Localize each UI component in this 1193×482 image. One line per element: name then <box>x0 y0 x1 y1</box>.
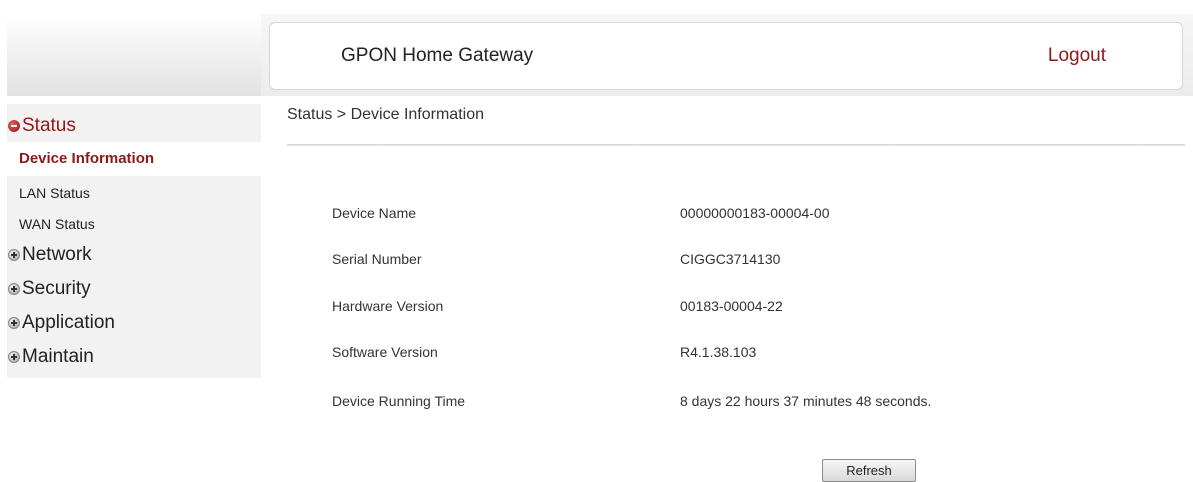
minus-circle-icon <box>8 120 20 132</box>
info-label: Hardware Version <box>332 298 444 314</box>
sidebar-group-maintain[interactable]: Maintain <box>7 340 261 374</box>
info-row-running-time: Device Running Time 8 days 22 hours 37 m… <box>332 393 1092 417</box>
plus-circle-icon <box>8 283 20 295</box>
sidebar-group-label: Maintain <box>22 346 94 367</box>
sidebar-header-block <box>7 14 261 96</box>
info-label: Software Version <box>332 344 438 360</box>
refresh-button[interactable]: Refresh <box>822 459 916 482</box>
sidebar-group-label: Network <box>22 244 92 265</box>
header-panel: GPON Home Gateway Logout <box>269 22 1183 90</box>
info-value: 8 days 22 hours 37 minutes 48 seconds. <box>680 393 932 409</box>
info-row-serial-number: Serial Number CIGGC3714130 <box>332 251 1092 275</box>
sidebar-item-device-information[interactable]: Device Information <box>7 142 261 176</box>
sidebar-group-label: Security <box>22 278 91 299</box>
info-row-device-name: Device Name 00000000183-00004-00 <box>332 205 1092 229</box>
sidebar-group-application[interactable]: Application <box>7 306 261 340</box>
sidebar-menu: Status Device Information LAN Status WAN… <box>7 104 261 378</box>
sidebar-group-label: Status <box>22 115 76 136</box>
sidebar-group-network[interactable]: Network <box>7 238 261 272</box>
plus-circle-icon <box>8 317 20 329</box>
info-value: R4.1.38.103 <box>680 344 757 360</box>
sidebar-group-security[interactable]: Security <box>7 272 261 306</box>
breadcrumb: Status > Device Information <box>287 106 484 123</box>
page-header: GPON Home Gateway Logout <box>261 14 1193 96</box>
info-value: 00000000183-00004-00 <box>680 205 830 221</box>
plus-circle-icon <box>8 351 20 363</box>
sidebar-item-lan-status[interactable]: LAN Status <box>7 176 261 210</box>
info-row-software-version: Software Version R4.1.38.103 <box>332 344 1092 368</box>
info-value: 00183-00004-22 <box>680 298 783 314</box>
sidebar-group-label: Application <box>22 312 115 333</box>
plus-circle-icon <box>8 249 20 261</box>
sidebar-group-status[interactable]: Status <box>7 110 261 142</box>
app-title: GPON Home Gateway <box>341 45 534 66</box>
info-label: Serial Number <box>332 251 422 267</box>
info-label: Device Name <box>332 205 417 221</box>
logout-link[interactable]: Logout <box>1048 45 1106 67</box>
content-divider <box>287 144 1185 146</box>
info-label: Device Running Time <box>332 393 466 409</box>
info-row-hardware-version: Hardware Version 00183-00004-22 <box>332 298 1092 322</box>
info-value: CIGGC3714130 <box>680 251 781 267</box>
sidebar-item-wan-status[interactable]: WAN Status <box>7 210 261 238</box>
